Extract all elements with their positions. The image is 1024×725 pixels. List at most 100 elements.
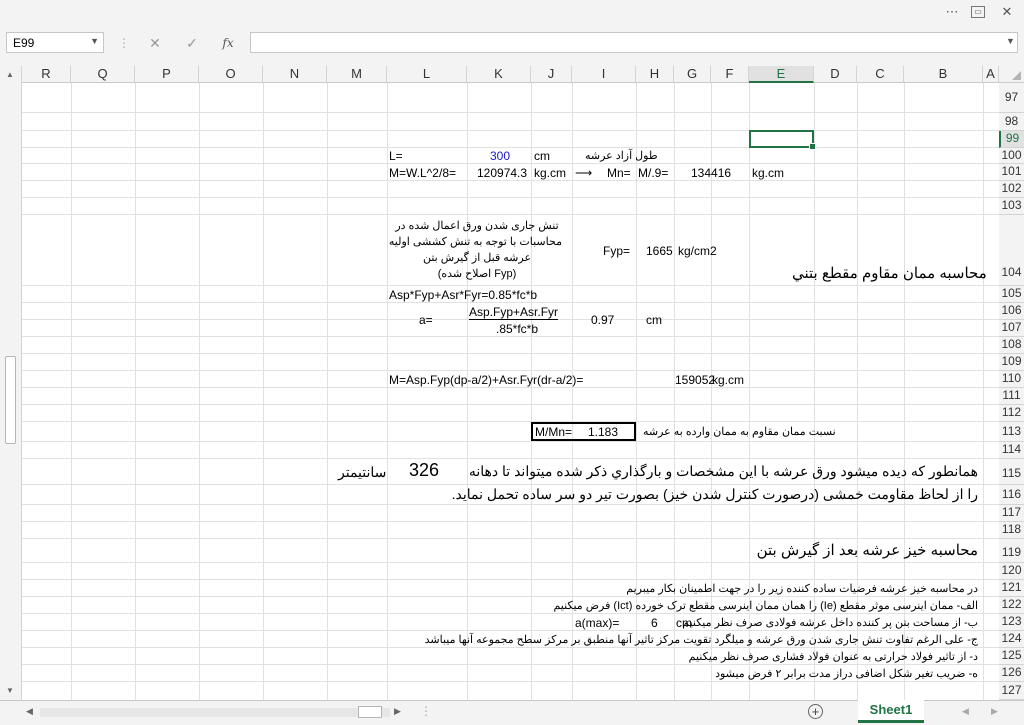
amax-unit: cm bbox=[676, 616, 692, 630]
horizontal-scroll-thumb[interactable] bbox=[358, 706, 382, 718]
cell-grid[interactable]: L= 300 cm طول آزاد عرشه M=W.L^2/8= 12097… bbox=[22, 83, 999, 700]
row-header-127[interactable]: 127 bbox=[999, 682, 1024, 700]
vertical-scrollbar[interactable]: ▲ ▼ bbox=[0, 66, 22, 700]
column-header-P[interactable]: P bbox=[135, 66, 199, 83]
row-header-103[interactable]: 103 bbox=[999, 198, 1024, 215]
row-header-117[interactable]: 117 bbox=[999, 505, 1024, 522]
scroll-left-icon[interactable]: ◀ bbox=[26, 706, 33, 717]
column-header-R[interactable]: R bbox=[22, 66, 71, 83]
row-header-124[interactable]: 124 bbox=[999, 631, 1024, 648]
enter-icon[interactable]: ✓ bbox=[182, 34, 202, 52]
fyp-label: Fyp= bbox=[603, 244, 631, 258]
column-header-Q[interactable]: Q bbox=[71, 66, 135, 83]
length-note: طول آزاد عرشه bbox=[585, 150, 658, 162]
column-header-A[interactable]: A bbox=[983, 66, 999, 83]
row-header-116[interactable]: 116 bbox=[999, 485, 1024, 505]
row-header-125[interactable]: 125 bbox=[999, 648, 1024, 665]
cell-H101: M/.9= bbox=[638, 166, 669, 180]
grid-line bbox=[22, 596, 999, 597]
cancel-icon[interactable]: ✕ bbox=[145, 34, 165, 52]
column-header-F[interactable]: F bbox=[711, 66, 749, 83]
add-sheet-button[interactable]: + bbox=[808, 704, 823, 719]
row-header-105[interactable]: 105 bbox=[999, 286, 1024, 303]
column-header-L[interactable]: L bbox=[387, 66, 467, 83]
grid-line bbox=[22, 180, 999, 181]
grid-line bbox=[22, 387, 999, 388]
row-header-114[interactable]: 114 bbox=[999, 442, 1024, 459]
moment-value: 159052 bbox=[675, 373, 716, 387]
column-header-E[interactable]: E bbox=[749, 66, 814, 83]
row-header-118[interactable]: 118 bbox=[999, 522, 1024, 539]
row-header-99[interactable]: 99 bbox=[999, 131, 1024, 148]
row-header-122[interactable]: 122 bbox=[999, 597, 1024, 614]
horizontal-scrollbar[interactable] bbox=[40, 706, 390, 718]
close-icon[interactable]: ✕ bbox=[999, 4, 1015, 20]
column-header-H[interactable]: H bbox=[636, 66, 674, 83]
insert-function-button[interactable]: fx bbox=[218, 34, 238, 52]
sheet-tab-sheet1[interactable]: Sheet1 bbox=[858, 700, 924, 723]
select-all-corner[interactable] bbox=[999, 66, 1024, 83]
more-icon[interactable]: ⋯ bbox=[944, 4, 960, 20]
grid-line bbox=[327, 83, 328, 700]
row-header-97[interactable]: 97 bbox=[999, 83, 1024, 113]
moment-unit: kg.cm bbox=[712, 373, 745, 387]
row-header-126[interactable]: 126 bbox=[999, 665, 1024, 682]
grid-line bbox=[22, 163, 999, 164]
grid-line bbox=[983, 83, 984, 700]
scroll-down-icon[interactable]: ▼ bbox=[6, 686, 14, 695]
column-header-J[interactable]: J bbox=[531, 66, 572, 83]
row-header-106[interactable]: 106 bbox=[999, 303, 1024, 320]
formula-input[interactable] bbox=[250, 32, 1018, 53]
row-header-101[interactable]: 101 bbox=[999, 164, 1024, 181]
prev-sheet-icon[interactable]: ◀ bbox=[962, 706, 969, 717]
row-header-108[interactable]: 108 bbox=[999, 337, 1024, 354]
cell-J100: cm bbox=[534, 149, 550, 163]
scrollbar-thumb[interactable] bbox=[5, 356, 16, 444]
row-header-107[interactable]: 107 bbox=[999, 320, 1024, 337]
active-cell-E99[interactable] bbox=[749, 130, 816, 150]
row-header-121[interactable]: 121 bbox=[999, 580, 1024, 597]
row-header-119[interactable]: 119 bbox=[999, 539, 1024, 563]
expand-formula-icon[interactable]: ▼ bbox=[1006, 36, 1015, 46]
fill-handle[interactable] bbox=[809, 143, 816, 150]
row-header-112[interactable]: 112 bbox=[999, 405, 1024, 422]
row-header-120[interactable]: 120 bbox=[999, 563, 1024, 580]
scroll-right-icon[interactable]: ▶ bbox=[394, 706, 401, 717]
column-header-K[interactable]: K bbox=[467, 66, 531, 83]
column-header-I[interactable]: I bbox=[572, 66, 636, 83]
row-header-123[interactable]: 123 bbox=[999, 614, 1024, 631]
row-header-102[interactable]: 102 bbox=[999, 181, 1024, 198]
row-header-113[interactable]: 113 bbox=[999, 422, 1024, 442]
title-bar bbox=[0, 0, 1024, 26]
column-header-C[interactable]: C bbox=[857, 66, 904, 83]
fraction-denominator: .85*fc*b bbox=[496, 322, 539, 336]
grid-line bbox=[22, 538, 999, 539]
row-header-98[interactable]: 98 bbox=[999, 113, 1024, 131]
grid-line bbox=[22, 441, 999, 442]
ratio-box: M/Mn= 1.183 bbox=[531, 422, 636, 441]
grid-line bbox=[22, 521, 999, 522]
name-box[interactable]: E99 ▼ bbox=[6, 32, 104, 53]
restore-icon[interactable]: ▭ bbox=[971, 6, 985, 18]
grid-line bbox=[22, 458, 999, 459]
grid-line bbox=[22, 370, 999, 371]
next-sheet-icon[interactable]: ▶ bbox=[991, 706, 998, 717]
column-header-B[interactable]: B bbox=[904, 66, 983, 83]
row-header-100[interactable]: 100 bbox=[999, 148, 1024, 164]
column-header-D[interactable]: D bbox=[814, 66, 857, 83]
grid-line bbox=[22, 630, 999, 631]
column-header-N[interactable]: N bbox=[263, 66, 327, 83]
row-header-110[interactable]: 110 bbox=[999, 371, 1024, 388]
section-heading-moment: محاسبه ممان مقاوم مقطع بتني bbox=[792, 265, 987, 282]
column-header-M[interactable]: M bbox=[327, 66, 387, 83]
row-header-115[interactable]: 115 bbox=[999, 459, 1024, 485]
grid-line bbox=[22, 562, 999, 563]
grid-line bbox=[135, 83, 136, 700]
row-header-109[interactable]: 109 bbox=[999, 354, 1024, 371]
row-header-104[interactable]: 104 bbox=[999, 215, 1024, 286]
scroll-up-icon[interactable]: ▲ bbox=[6, 70, 14, 79]
row-header-111[interactable]: 111 bbox=[999, 388, 1024, 405]
column-header-G[interactable]: G bbox=[674, 66, 711, 83]
column-header-O[interactable]: O bbox=[199, 66, 263, 83]
chevron-down-icon[interactable]: ▼ bbox=[90, 36, 99, 46]
